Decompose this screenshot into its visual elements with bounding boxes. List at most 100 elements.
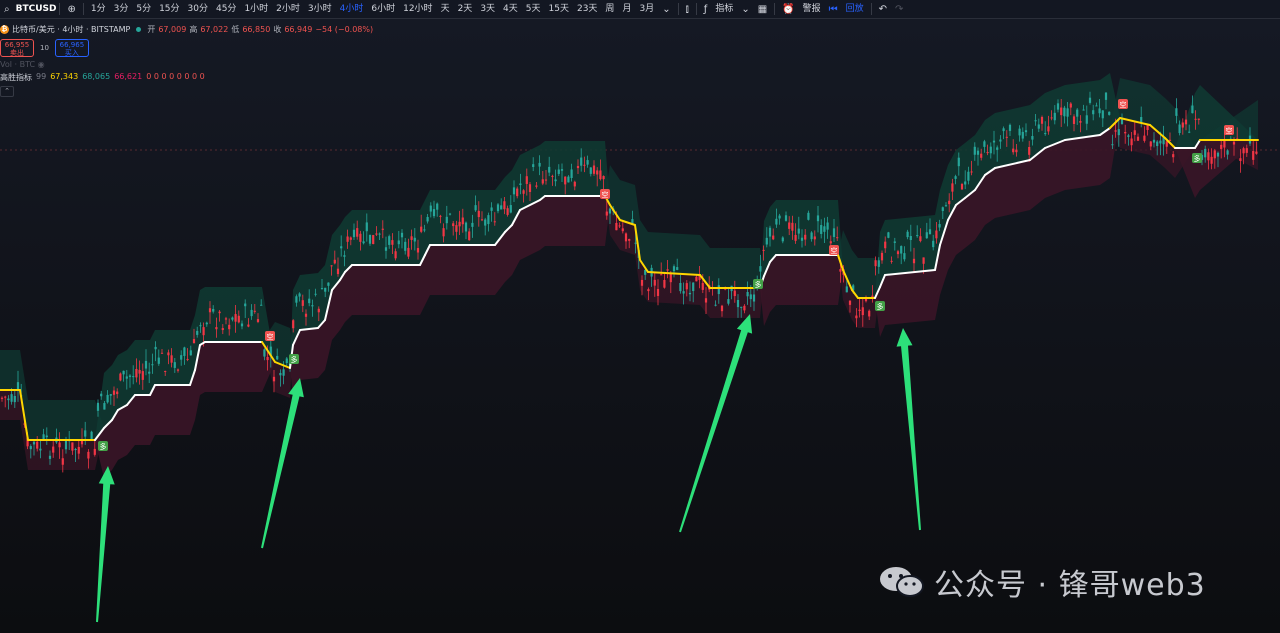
sell-signal[interactable]: 空 bbox=[600, 189, 610, 199]
interval-8[interactable]: 3小时 bbox=[304, 0, 336, 18]
interval-21[interactable]: 3月 bbox=[635, 0, 658, 18]
sell-signal[interactable]: 空 bbox=[265, 331, 275, 341]
indicators-button[interactable]: 指标 bbox=[711, 0, 737, 18]
candle-body bbox=[746, 292, 749, 297]
replay-button[interactable]: 回放 bbox=[842, 0, 868, 18]
redo-icon[interactable]: ↷ bbox=[891, 4, 907, 15]
chevron-down-icon[interactable]: ⌄ bbox=[737, 4, 753, 15]
interval-10[interactable]: 6小时 bbox=[367, 0, 399, 18]
interval-14[interactable]: 3天 bbox=[476, 0, 499, 18]
candle-body bbox=[253, 310, 256, 312]
collapse-legend-button[interactable]: ⌃ bbox=[0, 86, 14, 97]
svg-text:多: 多 bbox=[1194, 154, 1201, 163]
interval-17[interactable]: 15天 bbox=[545, 0, 573, 18]
candle-body bbox=[967, 171, 970, 181]
candle-body bbox=[404, 241, 407, 251]
candle-body bbox=[1111, 144, 1114, 146]
interval-15[interactable]: 4天 bbox=[499, 0, 522, 18]
interval-20[interactable]: 月 bbox=[618, 0, 635, 18]
candles-icon[interactable]: ⫾ bbox=[682, 4, 693, 15]
candle-body bbox=[103, 403, 106, 410]
volume-legend[interactable]: Vol · BTC ◉ bbox=[0, 60, 373, 69]
candle-body bbox=[573, 181, 576, 187]
candle-body bbox=[608, 208, 612, 214]
interval-19[interactable]: 周 bbox=[601, 0, 618, 18]
buy-signal[interactable]: 多 bbox=[1192, 153, 1202, 163]
candle-body bbox=[759, 266, 762, 272]
change-value: −54 (−0.08%) bbox=[315, 25, 374, 34]
candle-body bbox=[1005, 136, 1008, 138]
buy-label: 买入 bbox=[64, 49, 79, 57]
candle-body bbox=[685, 283, 688, 290]
candle-body bbox=[1152, 139, 1156, 143]
candle-body bbox=[362, 241, 365, 244]
candle-body bbox=[810, 232, 813, 240]
replay-icon[interactable]: ⏮ bbox=[825, 4, 842, 15]
candle-body bbox=[170, 355, 173, 363]
interval-16[interactable]: 5天 bbox=[522, 0, 545, 18]
legend-title[interactable]: 比特币/美元 · 4小时 · BITSTAMP bbox=[12, 24, 130, 35]
undo-icon[interactable]: ↶ bbox=[875, 4, 891, 15]
interval-5[interactable]: 45分 bbox=[212, 0, 240, 18]
interval-9[interactable]: 4小时 bbox=[336, 0, 368, 18]
candle-body bbox=[141, 371, 144, 380]
candle-body bbox=[1002, 128, 1005, 132]
indicators-icon[interactable]: ƒ bbox=[700, 4, 712, 15]
indicator-name: 高胜指标 bbox=[0, 73, 32, 82]
candle-body bbox=[512, 187, 516, 195]
candle-body bbox=[45, 435, 48, 438]
candle-body bbox=[448, 213, 452, 215]
interval-18[interactable]: 23天 bbox=[573, 0, 601, 18]
layout-icon[interactable]: ▦ bbox=[754, 4, 771, 15]
interval-list: 1分 3分 5分 15分 30分 45分 1小时 2小时 3小时 4小时 6小时 12小时天 2天 3天 4… bbox=[87, 0, 658, 18]
chevron-down-icon[interactable]: ⌄ bbox=[658, 4, 674, 15]
buy-signal[interactable]: 多 bbox=[753, 279, 763, 289]
interval-12[interactable]: 天 bbox=[437, 0, 454, 18]
interval-4[interactable]: 30分 bbox=[184, 0, 212, 18]
candle-body bbox=[100, 393, 103, 397]
interval-11[interactable]: 12小时 bbox=[399, 0, 436, 18]
interval-7[interactable]: 2小时 bbox=[272, 0, 304, 18]
alarm-icon[interactable]: ⏰ bbox=[778, 4, 798, 15]
candle-body bbox=[640, 279, 644, 286]
candle-body bbox=[356, 228, 359, 237]
candle-body bbox=[791, 222, 794, 231]
buy-button[interactable]: 66,965 买入 bbox=[54, 39, 89, 57]
add-symbol-icon[interactable]: ⊕ bbox=[63, 4, 79, 15]
sell-signal[interactable]: 空 bbox=[1118, 99, 1128, 109]
candle-body bbox=[749, 294, 752, 300]
interval-0[interactable]: 1分 bbox=[87, 0, 110, 18]
interval-6[interactable]: 1小时 bbox=[240, 0, 272, 18]
sell-signal[interactable]: 空 bbox=[829, 245, 839, 255]
candle-body bbox=[464, 222, 468, 232]
candle-body bbox=[1034, 120, 1037, 122]
candle-body bbox=[592, 165, 596, 174]
interval-3[interactable]: 15分 bbox=[155, 0, 183, 18]
indicator-legend[interactable]: 高胜指标 99 67,343 68,065 66,621 0 0 0 0 0 0… bbox=[0, 72, 373, 83]
candle-body bbox=[36, 441, 39, 449]
alert-button[interactable]: 警报 bbox=[799, 0, 825, 18]
candle-body bbox=[1255, 151, 1258, 154]
buy-signal[interactable]: 多 bbox=[289, 354, 299, 364]
sell-signal[interactable]: 空 bbox=[1224, 125, 1234, 135]
candle-body bbox=[205, 322, 208, 325]
candle-body bbox=[490, 207, 493, 211]
interval-13[interactable]: 2天 bbox=[454, 0, 477, 18]
interval-1[interactable]: 3分 bbox=[110, 0, 133, 18]
candle-body bbox=[244, 303, 247, 307]
buy-signal[interactable]: 多 bbox=[98, 441, 108, 451]
buy-signal[interactable]: 多 bbox=[875, 301, 885, 311]
search-icon[interactable]: ⌕ bbox=[0, 4, 14, 15]
interval-2[interactable]: 5分 bbox=[132, 0, 155, 18]
candle-body bbox=[327, 282, 330, 286]
eye-icon[interactable]: ◉ bbox=[38, 60, 45, 69]
candle-body bbox=[1047, 126, 1050, 132]
candle-body bbox=[928, 229, 932, 235]
symbol-search[interactable]: BTCUSD bbox=[14, 4, 57, 14]
candle-body bbox=[1232, 141, 1236, 145]
candle-body bbox=[1031, 136, 1034, 140]
candle-body bbox=[538, 162, 541, 167]
candle-body bbox=[647, 289, 650, 292]
candle-body bbox=[423, 229, 426, 231]
sell-button[interactable]: 66,955 卖出 bbox=[0, 39, 34, 57]
